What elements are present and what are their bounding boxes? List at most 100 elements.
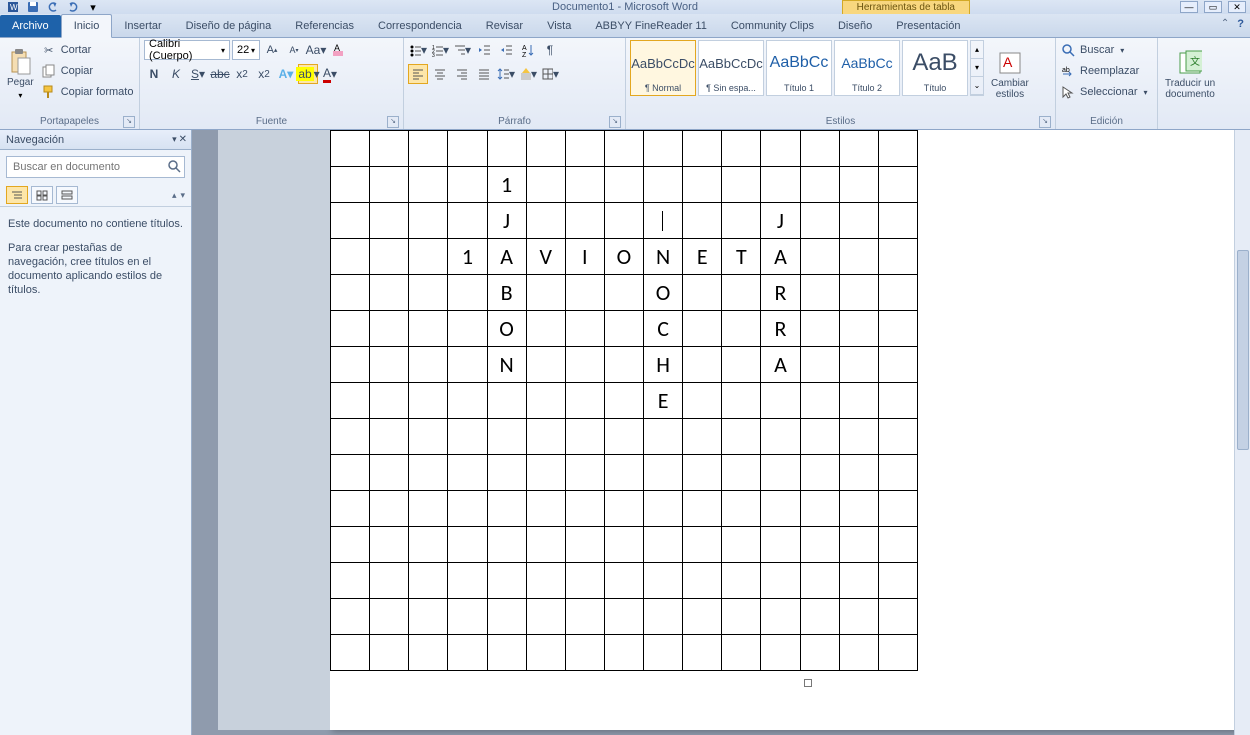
close-button[interactable]: ✕ (1228, 1, 1246, 13)
table-cell[interactable] (448, 635, 487, 671)
table-cell[interactable] (565, 491, 604, 527)
find-button[interactable]: Buscar▾ (1060, 40, 1124, 60)
table-cell[interactable] (878, 527, 917, 563)
table-cell[interactable] (331, 239, 370, 275)
table-cell[interactable] (683, 203, 722, 239)
table-cell[interactable] (839, 347, 878, 383)
navigation-dropdown-icon[interactable]: ▾ (172, 134, 177, 145)
table-cell[interactable] (878, 275, 917, 311)
table-cell[interactable] (839, 275, 878, 311)
table-cell[interactable]: A (761, 239, 800, 275)
table-cell[interactable]: I (565, 239, 604, 275)
table-cell[interactable] (565, 311, 604, 347)
table-cell[interactable] (526, 599, 565, 635)
table-cell[interactable] (878, 131, 917, 167)
minimize-button[interactable]: — (1180, 1, 1198, 13)
table-cell[interactable] (800, 599, 839, 635)
table-cell[interactable] (526, 275, 565, 311)
table-cell[interactable] (644, 599, 683, 635)
table-cell[interactable] (370, 491, 409, 527)
crossword-table[interactable]: 1JJ1AVIONETABOROCRNHAE (330, 130, 918, 671)
tab-table-layout[interactable]: Presentación (884, 15, 972, 37)
nav-tab-results[interactable] (56, 186, 78, 204)
table-cell[interactable] (683, 383, 722, 419)
align-right-button[interactable] (452, 64, 472, 84)
table-cell[interactable] (370, 563, 409, 599)
table-cell[interactable] (526, 419, 565, 455)
table-cell[interactable] (331, 563, 370, 599)
tab-table-design[interactable]: Diseño (826, 15, 884, 37)
table-cell[interactable]: V (526, 239, 565, 275)
table-cell[interactable] (683, 455, 722, 491)
bullets-button[interactable]: ▾ (408, 40, 428, 60)
table-cell[interactable] (448, 311, 487, 347)
table-cell[interactable] (565, 167, 604, 203)
table-cell[interactable]: J (761, 203, 800, 239)
maximize-button[interactable]: ▭ (1204, 1, 1222, 13)
table-cell[interactable] (683, 599, 722, 635)
table-cell[interactable]: 1 (448, 239, 487, 275)
bold-button[interactable]: N (144, 64, 164, 84)
table-cell[interactable] (409, 203, 448, 239)
table-cell[interactable]: T (722, 239, 761, 275)
styles-launcher[interactable]: ↘ (1039, 116, 1051, 128)
table-cell[interactable] (448, 491, 487, 527)
table-cell[interactable] (331, 635, 370, 671)
table-cell[interactable] (448, 347, 487, 383)
table-cell[interactable] (370, 131, 409, 167)
table-cell[interactable]: A (761, 347, 800, 383)
nav-next-icon[interactable]: ▾ (180, 190, 185, 201)
table-cell[interactable] (409, 383, 448, 419)
table-cell[interactable] (565, 527, 604, 563)
superscript-button[interactable]: x2 (254, 64, 274, 84)
table-cell[interactable] (878, 563, 917, 599)
table-cell[interactable] (448, 419, 487, 455)
document-area[interactable]: 1JJ1AVIONETABOROCRNHAE (192, 130, 1250, 735)
table-cell[interactable] (761, 131, 800, 167)
table-cell[interactable] (331, 203, 370, 239)
table-cell[interactable] (604, 455, 643, 491)
table-cell[interactable]: A (487, 239, 526, 275)
table-cell[interactable] (800, 491, 839, 527)
table-cell[interactable] (604, 491, 643, 527)
table-cell[interactable] (839, 599, 878, 635)
table-cell[interactable] (331, 275, 370, 311)
table-cell[interactable] (878, 599, 917, 635)
table-cell[interactable] (370, 419, 409, 455)
table-cell[interactable] (644, 419, 683, 455)
table-cell[interactable] (526, 527, 565, 563)
table-cell[interactable] (370, 347, 409, 383)
table-cell[interactable]: E (683, 239, 722, 275)
table-cell[interactable] (331, 167, 370, 203)
document-page[interactable]: 1JJ1AVIONETABOROCRNHAE (330, 130, 1248, 730)
table-tools-contextual-tab[interactable]: Herramientas de tabla (842, 0, 970, 15)
text-effects-button[interactable]: A▾ (276, 64, 296, 84)
increase-indent-button[interactable] (496, 40, 516, 60)
table-cell[interactable] (526, 635, 565, 671)
table-cell[interactable] (370, 527, 409, 563)
table-cell[interactable] (800, 563, 839, 599)
table-cell[interactable] (604, 131, 643, 167)
table-cell[interactable] (604, 347, 643, 383)
minimize-ribbon-icon[interactable]: ⌃ (1221, 18, 1229, 30)
font-launcher[interactable]: ↘ (387, 116, 399, 128)
table-cell[interactable]: O (644, 275, 683, 311)
table-cell[interactable] (878, 383, 917, 419)
line-spacing-button[interactable]: ▾ (496, 64, 516, 84)
table-cell[interactable] (409, 635, 448, 671)
table-cell[interactable] (487, 455, 526, 491)
table-cell[interactable] (644, 203, 683, 239)
table-cell[interactable] (409, 563, 448, 599)
table-cell[interactable] (604, 383, 643, 419)
font-name-combo[interactable]: Calibri (Cuerpo)▾ (144, 40, 230, 60)
table-cell[interactable] (370, 635, 409, 671)
paste-button[interactable]: Pegar ▾ (4, 40, 37, 110)
translate-document-button[interactable]: 文 Traducir un documento (1162, 40, 1218, 110)
table-cell[interactable] (604, 599, 643, 635)
table-cell[interactable]: R (761, 311, 800, 347)
table-cell[interactable] (644, 491, 683, 527)
table-cell[interactable] (487, 419, 526, 455)
table-cell[interactable] (683, 167, 722, 203)
shrink-font-button[interactable]: A▾ (284, 40, 304, 60)
table-cell[interactable]: N (644, 239, 683, 275)
